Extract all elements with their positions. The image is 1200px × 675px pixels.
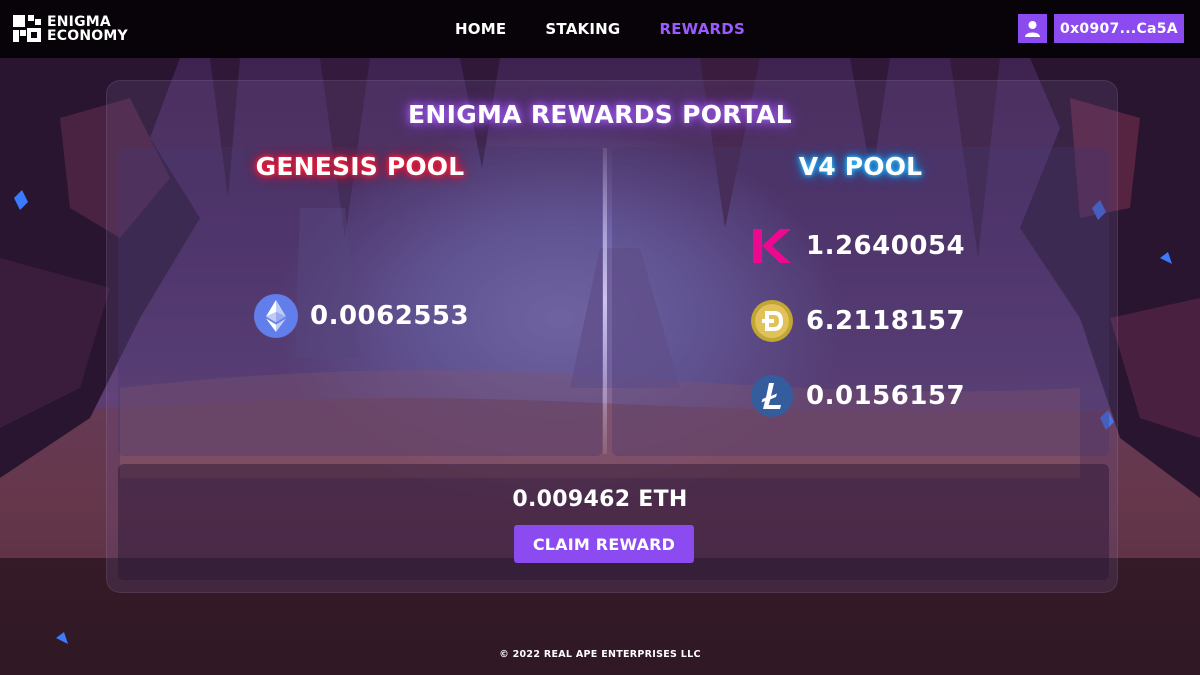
genesis-pool-title: GENESIS POOL [255,152,465,181]
v4-pool-title: V4 POOL [798,152,923,181]
top-navbar: ENIGMA ECONOMY HOME STAKING REWARDS 0x09… [0,0,1200,58]
brand-logo[interactable]: ENIGMA ECONOMY [12,14,128,44]
footer-copyright: © 2022 REAL APE ENTERPRISES LLC [499,649,701,660]
dogecoin-icon [750,299,794,343]
v4-reward-ltc: 0.0156157 [750,374,965,418]
total-reward-value: 0.009462 ETH [512,487,688,512]
claim-reward-button[interactable]: CLAIM REWARD [514,525,694,563]
nav-home[interactable]: HOME [455,20,506,38]
user-icon [1025,21,1040,37]
profile-button[interactable] [1018,14,1047,43]
v4-reward-doge: 6.2118157 [750,299,965,343]
nav-rewards[interactable]: REWARDS [659,20,744,38]
enigma-logo-icon [13,15,41,42]
nav-staking[interactable]: STAKING [545,20,620,38]
brand-line-1: ENIGMA [47,14,111,30]
ethereum-icon [254,294,298,338]
kadena-icon [750,224,794,268]
eth-reward-value: 0.0062553 [310,301,470,331]
ltc-reward-value: 0.0156157 [806,381,966,411]
wallet-address-button[interactable]: 0x0907...Ca5A [1054,14,1184,43]
portal-title: ENIGMA REWARDS PORTAL [408,100,792,129]
pool-divider [603,148,607,454]
genesis-reward-eth: 0.0062553 [254,294,469,338]
brand-line-2: ECONOMY [47,28,128,44]
kda-reward-value: 1.2640054 [806,231,966,261]
doge-reward-value: 6.2118157 [806,306,966,336]
brand-name: ENIGMA ECONOMY [47,15,128,43]
v4-reward-kda: 1.2640054 [750,224,965,268]
litecoin-icon [750,374,794,418]
